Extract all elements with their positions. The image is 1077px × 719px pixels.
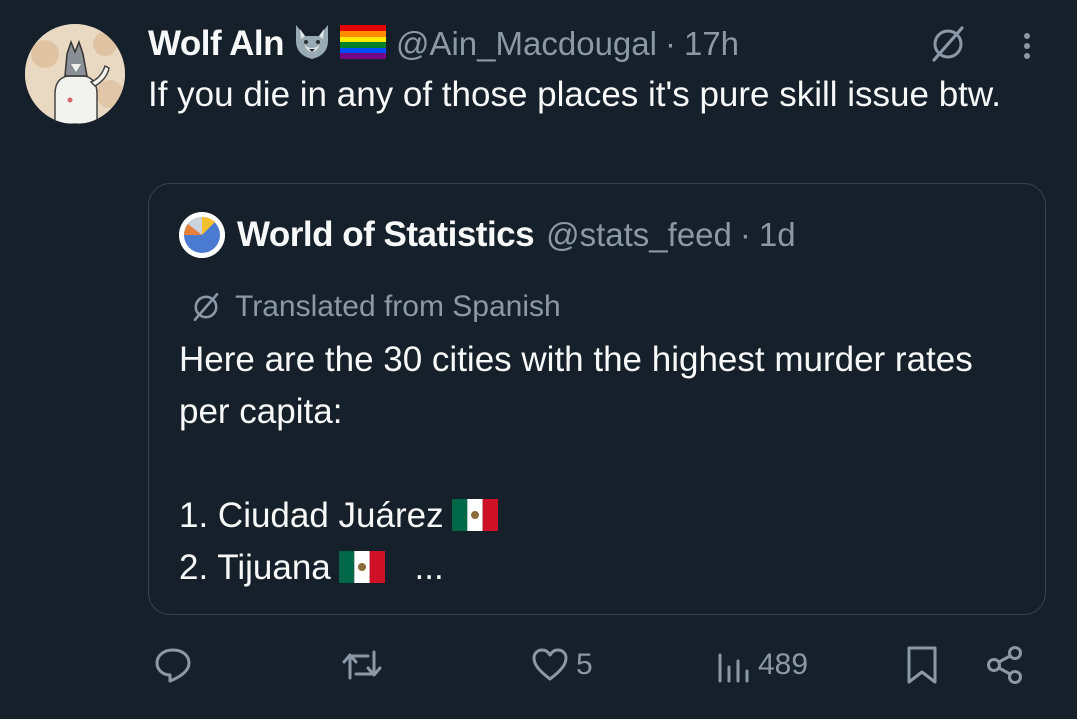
reply-icon (155, 648, 191, 683)
translated-from-text: Translated from Spanish (235, 290, 561, 323)
tweet-action-bar: 5 489 (0, 640, 1077, 690)
tweet-text: If you die in any of those places it's p… (148, 75, 1001, 114)
quoted-tweet[interactable]: World of Statistics @stats_feed · 1d Tra… (148, 183, 1046, 615)
quoted-tweet-timestamp[interactable]: 1d (759, 216, 796, 254)
bookmark-icon (907, 646, 937, 684)
mexico-flag-icon (338, 546, 385, 583)
quoted-tweet-text: Here are the 30 cities with the highest … (179, 334, 1029, 594)
views-icon (718, 653, 749, 683)
tweet-header: Wolf Aln @Ain_Macdougal · 17h (148, 24, 739, 64)
separator-dot: · (739, 216, 751, 253)
views-button[interactable]: 489 (716, 640, 808, 690)
translation-label: Translated from Spanish (189, 287, 561, 327)
truncation-ellipsis: ... (414, 548, 444, 587)
quoted-author-handle[interactable]: @stats_feed (546, 216, 732, 254)
author-display-name[interactable]: Wolf Aln (148, 24, 284, 64)
heart-icon (532, 648, 568, 681)
reply-button[interactable] (152, 640, 194, 690)
author-handle[interactable]: @Ain_Macdougal (396, 25, 657, 63)
separator-dot: · (664, 25, 676, 62)
grok-icon (193, 292, 219, 322)
author-avatar[interactable] (25, 24, 125, 124)
quoted-author-display-name[interactable]: World of Statistics (237, 215, 535, 255)
list-item: 1. Ciudad Juárez (179, 490, 1029, 542)
grok-icon[interactable] (928, 24, 968, 64)
share-button[interactable] (984, 640, 1026, 690)
share-icon (987, 646, 1022, 684)
like-button[interactable]: 5 (530, 640, 593, 690)
list-item-label: 2. Tijuana (179, 548, 331, 587)
list-item: 2. Tijuana ... (179, 542, 1029, 594)
tweet[interactable]: Wolf Aln @Ain_Macdougal · 17h If you die… (0, 0, 1077, 719)
like-count: 5 (576, 648, 593, 681)
views-count: 489 (758, 648, 809, 681)
quoted-author-avatar[interactable] (179, 212, 225, 258)
quoted-intro-text: Here are the 30 cities with the highest … (179, 340, 973, 431)
tweet-timestamp[interactable]: 17h (684, 25, 739, 63)
wolf-emoji-icon (292, 23, 332, 65)
bookmark-button[interactable] (904, 640, 940, 690)
list-item-label: 1. Ciudad Juárez (179, 496, 444, 535)
rainbow-flag-icon (339, 25, 386, 63)
mexico-flag-icon (451, 494, 498, 531)
more-options-icon[interactable] (1012, 28, 1042, 64)
quoted-tweet-header: World of Statistics @stats_feed · 1d (179, 212, 796, 258)
repost-icon (342, 650, 382, 680)
repost-button[interactable] (340, 640, 384, 690)
